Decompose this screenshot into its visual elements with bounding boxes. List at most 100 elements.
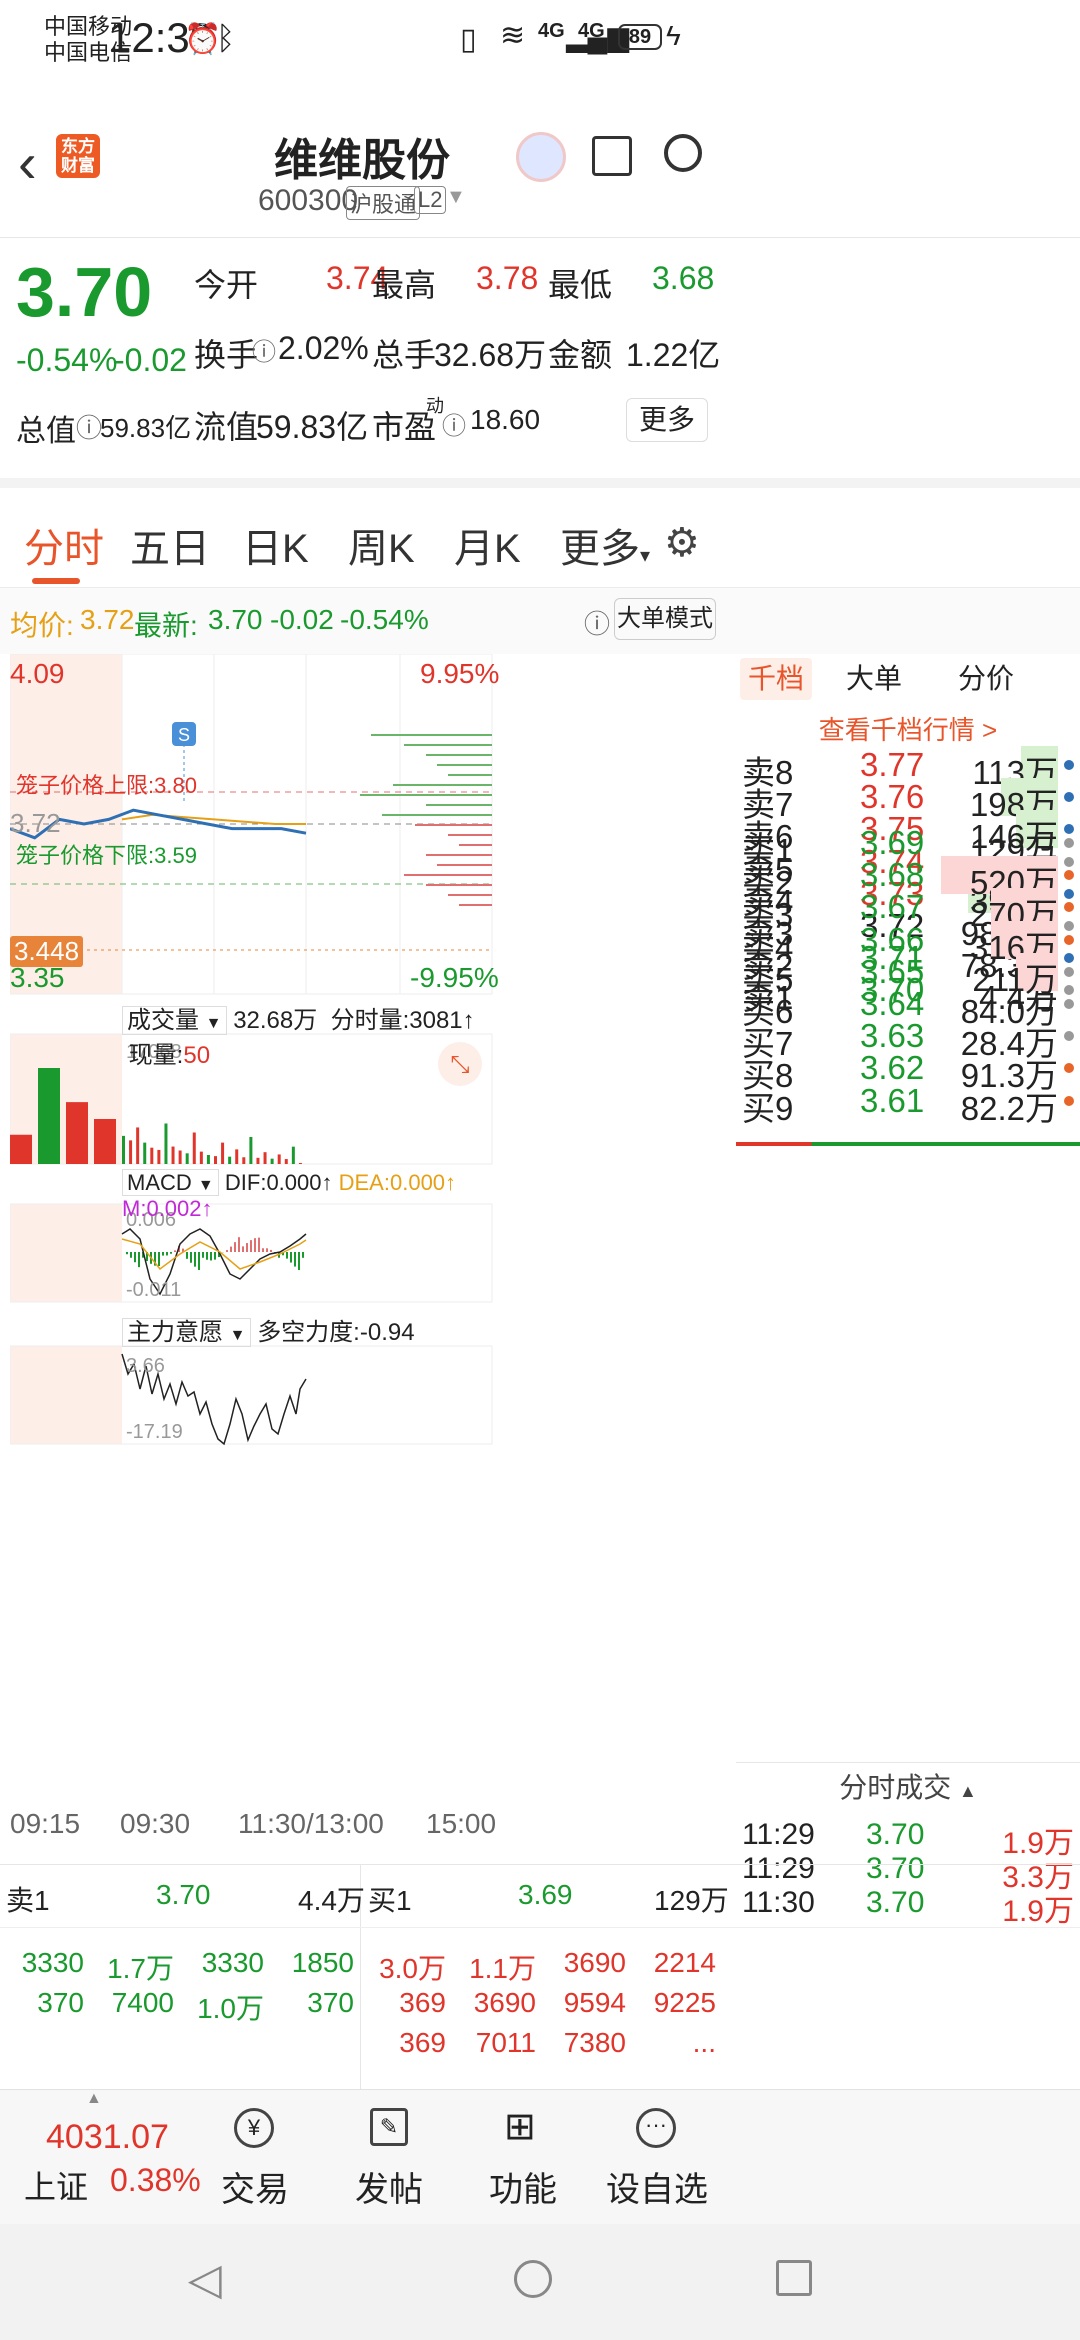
trades-header[interactable]: 分时成交 ▲ <box>736 1766 1080 1806</box>
tab-weekly[interactable]: 周K <box>348 516 415 574</box>
macd-bar <box>302 1252 304 1258</box>
s-marker-label: S <box>178 725 190 745</box>
up-arrow-icon: ↑ <box>462 1007 475 1034</box>
info-icon[interactable]: ⓘ <box>76 408 102 445</box>
network-1: 4G <box>538 20 565 42</box>
intraday-chart[interactable]: S 17068 ⤡ 0.006 -0.011 3.66 -17.19 4.09 … <box>9 653 734 1864</box>
help-icon[interactable]: ⓘ <box>584 604 610 641</box>
bid-level[interactable]: 买9 3.61 82.2万 <box>736 1076 1080 1127</box>
mainforce-top-label: 3.66 <box>126 1355 165 1377</box>
back-triangle-icon[interactable]: ◁ <box>188 2254 222 2305</box>
home-circle-icon[interactable] <box>514 2260 552 2298</box>
macd-bar <box>214 1252 216 1260</box>
macd-bar <box>250 1240 252 1252</box>
depth-bar <box>459 904 492 906</box>
dropdown-icon[interactable]: ▼ <box>446 186 466 209</box>
mainforce-indicator-select[interactable]: 主力意愿 ▼ <box>122 1318 251 1347</box>
big-order-mode-button[interactable]: 大单模式 <box>614 598 716 640</box>
power-label: 多空力度: <box>257 1319 360 1346</box>
dif-label: DIF: <box>224 1170 267 1195</box>
tab-more[interactable]: 更多▾ <box>560 516 650 574</box>
macd-bar <box>230 1246 232 1252</box>
info-icon[interactable]: ⓘ <box>252 332 276 367</box>
macd-bar <box>246 1243 248 1252</box>
open-label: 今开 <box>194 267 259 303</box>
queue-cell: 9225 <box>653 1987 716 2018</box>
macd-bar <box>258 1237 260 1252</box>
volume-indicator-select[interactable]: 成交量 ▼ <box>122 1006 227 1035</box>
current-volume-label: 现量: <box>128 1042 184 1069</box>
macd-bar <box>234 1242 236 1252</box>
share-icon[interactable] <box>592 136 632 176</box>
settings-gear-icon[interactable]: ⚙ <box>664 520 700 566</box>
nav-watchlist-label: 设自选 <box>606 2171 708 2209</box>
total-cap-value: 59.83亿 <box>100 413 192 443</box>
preopen-shade <box>10 1346 122 1444</box>
macd-bar <box>134 1252 136 1263</box>
tag-hk-connect: 沪股通 <box>346 186 421 220</box>
volume-bar <box>284 1159 288 1164</box>
volume-bar <box>38 1068 60 1164</box>
status-dot <box>1064 999 1074 1009</box>
tab-daily[interactable]: 日K <box>242 516 309 574</box>
depth-bar <box>426 754 492 756</box>
queue-cell: 1850 <box>291 1947 354 1978</box>
volume-bar <box>122 1135 125 1164</box>
depth-bar <box>426 854 492 856</box>
macd-indicator-select[interactable]: MACD ▼ <box>122 1169 219 1196</box>
queue-cell: 369 <box>399 2027 446 2058</box>
volume-bar <box>242 1157 246 1164</box>
depth-bar <box>448 894 492 896</box>
volume-bar <box>10 1134 32 1164</box>
volume-bars <box>10 1068 302 1164</box>
network-2: 4G <box>578 20 605 42</box>
expand-caret-icon[interactable]: ▲ <box>86 2090 102 2108</box>
tab-big-orders[interactable]: 大单 <box>846 658 902 700</box>
dif-value: 0.000 <box>266 1170 322 1195</box>
robot-avatar-icon[interactable] <box>516 132 566 182</box>
yen-icon: ¥ <box>234 2108 274 2148</box>
high-value: 3.78 <box>476 260 539 296</box>
search-icon[interactable] <box>664 134 702 172</box>
macd-bar <box>294 1252 296 1267</box>
macd-bar <box>286 1252 288 1259</box>
volume-bar <box>235 1149 239 1164</box>
tab-five-day[interactable]: 五日 <box>130 516 210 574</box>
macd-bars <box>126 1237 304 1270</box>
high-label: 最高 <box>372 267 437 303</box>
tab-intraday[interactable]: 分时 <box>24 516 104 574</box>
battery-icon: 89 <box>618 24 662 50</box>
volume-bar <box>291 1146 295 1164</box>
macd-bar <box>254 1238 256 1252</box>
queue-cell: 3330 <box>21 1947 84 1978</box>
volume-bar <box>185 1153 189 1164</box>
vibrate-icon: ▯ <box>460 23 477 56</box>
depth-bar <box>426 804 492 806</box>
lower-limit-text: 笼子价格下限:3.59 <box>16 838 197 870</box>
low-value: 3.68 <box>652 260 715 296</box>
mainforce-title: 主力意愿 <box>127 1319 223 1346</box>
nav-watchlist[interactable]: ··· 设自选 <box>552 2090 762 2225</box>
avg-value: 3.72 <box>80 604 135 635</box>
volume-bar <box>298 1163 302 1164</box>
info-icon[interactable]: ⓘ <box>442 406 466 441</box>
macd-bar <box>166 1252 168 1256</box>
recent-apps-icon[interactable] <box>776 2260 812 2296</box>
status-dot <box>1064 870 1074 881</box>
macd-bar <box>130 1252 132 1258</box>
lower-limit-label: 笼子价格下限: <box>16 843 155 868</box>
tab-price-dist[interactable]: 分价 <box>958 658 1014 700</box>
tab-depth[interactable]: 千档 <box>740 658 812 700</box>
turnover-value: 2.02% <box>278 330 369 366</box>
mainforce-bottom-label: -17.19 <box>126 1421 183 1443</box>
ask1-volume: 4.4万 <box>298 1885 365 1916</box>
tab-monthly[interactable]: 月K <box>454 516 521 574</box>
level-label: 买9 <box>742 1089 794 1127</box>
queue-cell: 3690 <box>563 1947 626 1978</box>
more-dots-icon: ··· <box>636 2108 676 2148</box>
queue-cell: 1.1万 <box>469 1953 536 1984</box>
depth-bar <box>448 774 492 776</box>
macd-bar <box>198 1252 200 1270</box>
more-button[interactable]: 更多 <box>626 398 708 442</box>
macd-bar <box>158 1252 160 1267</box>
